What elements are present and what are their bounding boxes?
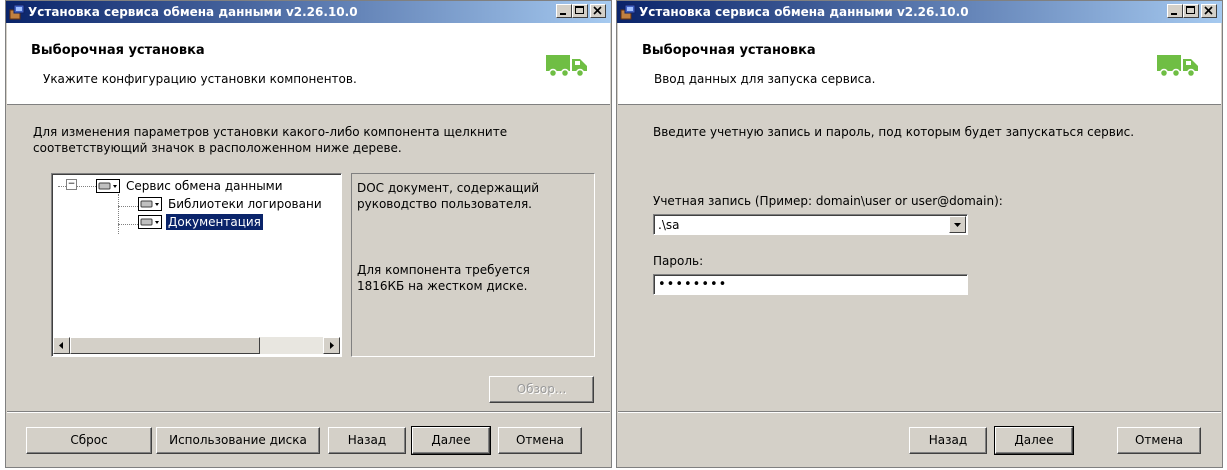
page-title: Выборочная установка: [642, 43, 816, 58]
cancel-button[interactable]: Отмена: [498, 427, 582, 454]
dropdown-arrow-icon: [113, 185, 117, 188]
instruction-text: Введите учетную запись и пароль, под кот…: [653, 125, 1135, 139]
disk-requirement-line-2: 1816КБ на жестком диске.: [357, 279, 528, 293]
close-button[interactable]: [590, 4, 606, 18]
next-button[interactable]: Далее: [994, 426, 1074, 455]
minimize-button[interactable]: [1167, 4, 1183, 18]
page-title: Выборочная установка: [31, 43, 205, 58]
scroll-left-button[interactable]: [53, 337, 70, 354]
installer-icon: [9, 4, 25, 20]
minimize-icon: [1171, 13, 1177, 15]
back-button[interactable]: Назад: [909, 427, 987, 454]
page-subtitle: Укажите конфигурацию установки компонент…: [43, 72, 357, 86]
drive-icon[interactable]: [138, 215, 162, 229]
drive-icon[interactable]: [96, 179, 120, 193]
feature-tree[interactable]: − Сервис обмена данными Библиотеки логир…: [51, 173, 342, 357]
minimize-icon: [560, 13, 566, 15]
page-subtitle: Ввод данных для запуска сервиса.: [654, 72, 876, 86]
instruction-line-2: соответствующий значок в расположенном н…: [33, 141, 402, 155]
password-value: ••••••••: [658, 277, 728, 292]
back-button[interactable]: Назад: [328, 427, 406, 454]
maximize-button[interactable]: [1183, 4, 1199, 18]
cancel-button[interactable]: Отмена: [1117, 427, 1201, 454]
maximize-icon: [1186, 6, 1195, 14]
password-label: Пароль:: [653, 254, 704, 268]
disk-requirement-line-1: Для компонента требуется: [357, 263, 530, 277]
account-combobox[interactable]: .\sa: [653, 214, 968, 235]
header-panel: Выборочная установка Укажите конфигураци…: [7, 23, 610, 105]
password-field[interactable]: ••••••••: [653, 274, 968, 295]
tree-label: Сервис обмена данными: [126, 179, 283, 193]
dropdown-arrow-icon: [954, 223, 961, 227]
close-icon: [593, 6, 602, 15]
next-button[interactable]: Далее: [411, 426, 491, 455]
reset-button[interactable]: Сброс: [26, 427, 152, 454]
feature-description-panel: DOC документ, содержащий руководство пол…: [351, 173, 595, 357]
header-panel: Выборочная установка Ввод данных для зап…: [618, 23, 1221, 105]
browse-button[interactable]: Обзор...: [489, 376, 594, 403]
scroll-thumb[interactable]: [70, 337, 260, 354]
instruction-line-1: Для изменения параметров установки каког…: [33, 125, 508, 139]
account-label: Учетная запись (Пример: domain\user or u…: [653, 194, 1003, 208]
truck-icon: [1157, 55, 1198, 78]
collapse-toggle[interactable]: −: [66, 179, 77, 190]
description-line-2: руководство пользователя.: [357, 197, 532, 211]
dropdown-arrow-icon: [155, 221, 159, 224]
truck-icon: [546, 55, 587, 78]
horizontal-scrollbar[interactable]: [53, 337, 340, 354]
minimize-button[interactable]: [556, 4, 572, 18]
window-title: Установка сервиса обмена данными v2.26.1…: [28, 5, 358, 19]
dropdown-arrow-icon: [155, 203, 159, 206]
maximize-button[interactable]: [572, 4, 588, 18]
close-icon: [1204, 6, 1213, 15]
title-bar[interactable]: Установка сервиса обмена данными v2.26.1…: [6, 1, 611, 23]
scroll-left-icon: [59, 342, 63, 349]
divider: [618, 411, 1221, 413]
installer-icon: [620, 4, 636, 20]
window-title: Установка сервиса обмена данными v2.26.1…: [639, 5, 969, 19]
maximize-icon: [575, 6, 584, 14]
tree-label: Библиотеки логировани: [168, 197, 322, 211]
scroll-right-icon: [330, 342, 334, 349]
service-credentials-window: Установка сервиса обмена данными v2.26.1…: [616, 0, 1223, 468]
account-dropdown-button[interactable]: [949, 216, 966, 233]
account-value: .\sa: [658, 218, 680, 232]
description-line-1: DOC документ, содержащий: [357, 181, 540, 195]
custom-setup-window: Установка сервиса обмена данными v2.26.1…: [5, 0, 612, 468]
tree-label-selected: Документация: [166, 214, 263, 230]
disk-usage-button[interactable]: Использование диска: [156, 427, 320, 454]
close-button[interactable]: [1201, 4, 1217, 18]
drive-icon[interactable]: [138, 197, 162, 211]
title-bar[interactable]: Установка сервиса обмена данными v2.26.1…: [617, 1, 1222, 23]
scroll-right-button[interactable]: [323, 337, 340, 354]
divider: [7, 411, 610, 413]
